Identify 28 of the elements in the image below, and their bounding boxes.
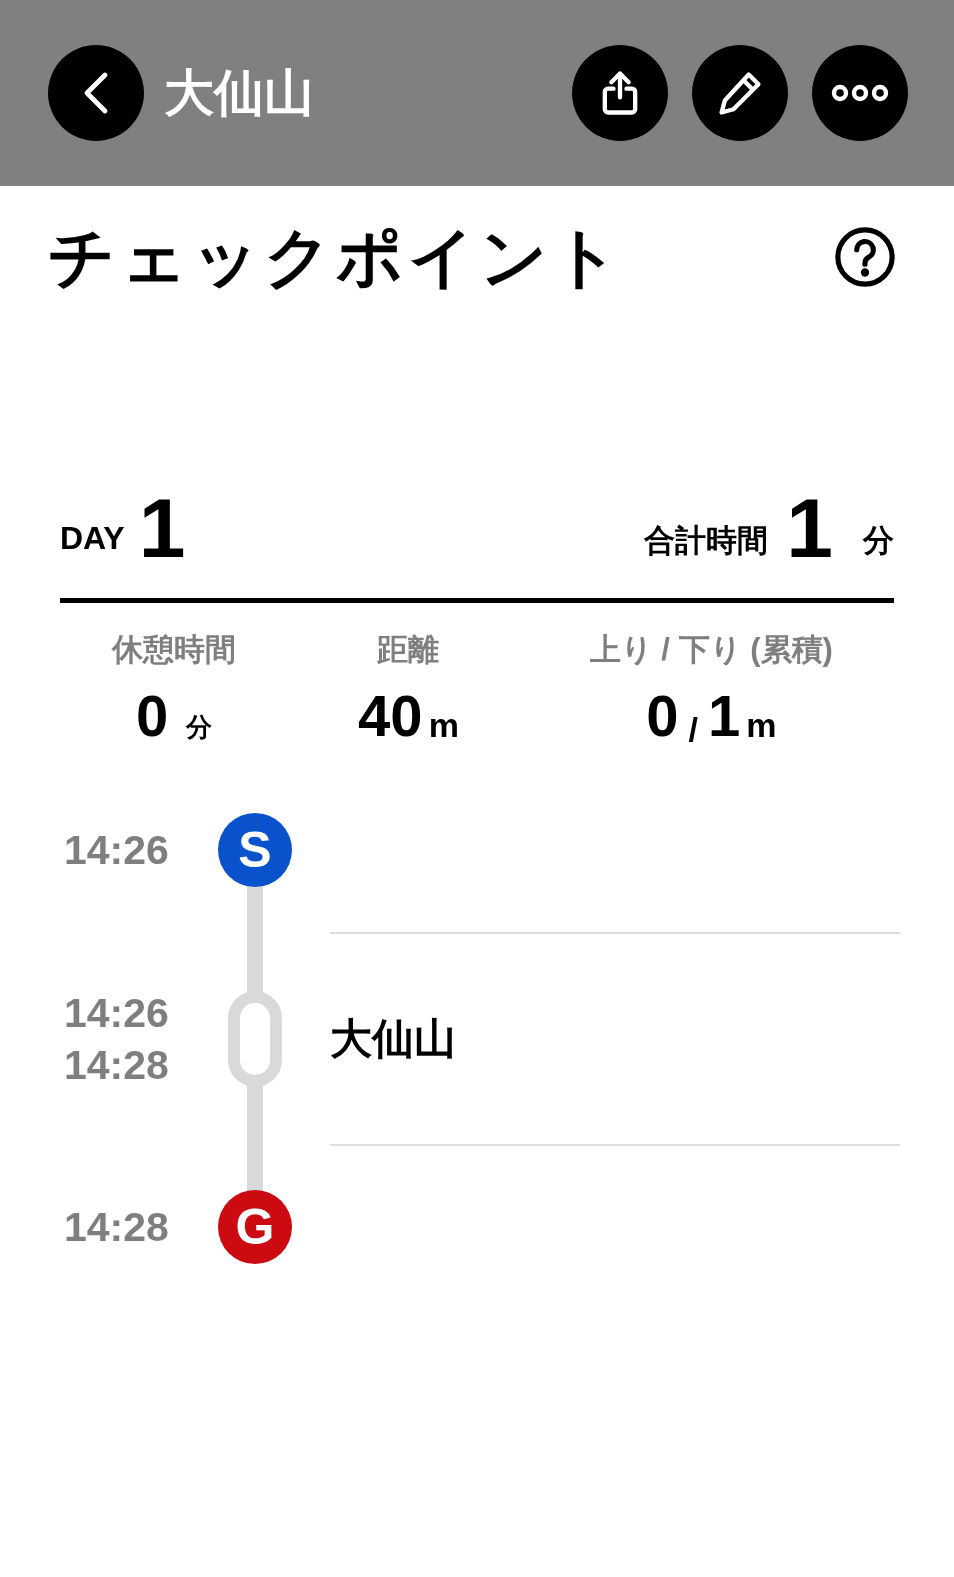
stat-label: 休憩時間 bbox=[112, 634, 237, 666]
checkpoint-time: 14:28 bbox=[64, 1202, 170, 1252]
stat-label: 距離 bbox=[377, 634, 440, 666]
day-number: 1 bbox=[138, 495, 186, 563]
checkpoint-name[interactable]: 大仙山 bbox=[330, 1017, 456, 1060]
total-time-unit: 分 bbox=[863, 525, 894, 557]
stat-label: 上り / 下り (累積) bbox=[589, 634, 833, 666]
checkpoint-time: 14:28 bbox=[64, 1040, 170, 1090]
checkpoint-time: 14:26 bbox=[64, 825, 170, 875]
day-label: DAY bbox=[60, 522, 125, 555]
start-marker: S bbox=[218, 812, 292, 887]
help-icon bbox=[834, 226, 896, 288]
stat-value: 1 bbox=[707, 693, 741, 740]
section-title: チェックポイント bbox=[48, 224, 624, 290]
stat-unit: 分 bbox=[186, 713, 213, 740]
header-title: 大仙山 bbox=[164, 68, 314, 118]
checkpoint-time: 14:26 bbox=[64, 988, 170, 1038]
help-button[interactable] bbox=[834, 226, 896, 288]
stat-unit: m bbox=[746, 707, 777, 742]
stat-value: 0 bbox=[646, 693, 679, 740]
stat-value: 40 bbox=[358, 693, 423, 740]
total-time-label: 合計時間 bbox=[644, 525, 769, 557]
stat-separator: / bbox=[688, 711, 698, 746]
more-icon bbox=[830, 83, 890, 103]
stat-unit: m bbox=[428, 707, 459, 742]
goal-marker: G bbox=[218, 1189, 292, 1264]
total-time-value: 1 bbox=[786, 495, 833, 563]
stat-value: 0 bbox=[136, 693, 169, 740]
